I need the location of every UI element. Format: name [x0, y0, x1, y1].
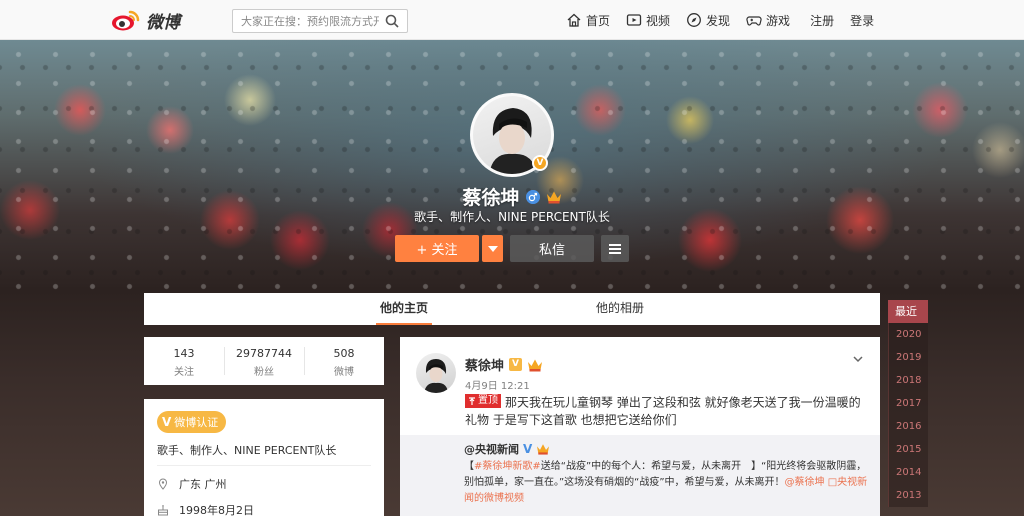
- nav-video-label: 视频: [646, 13, 671, 28]
- stat-following-value: 143: [173, 347, 195, 360]
- nav-discover-label: 发现: [706, 13, 731, 28]
- year-item[interactable]: 2016: [888, 415, 928, 438]
- logo-text: 微博: [146, 12, 180, 33]
- message-button[interactable]: 私信: [510, 235, 594, 262]
- follow-dropdown-button[interactable]: [482, 235, 503, 262]
- stat-followers-label: 粉丝: [254, 367, 274, 378]
- register-link[interactable]: 注册: [810, 12, 834, 29]
- game-icon: [746, 16, 762, 26]
- repost-topic-link[interactable]: #蔡徐坤新歌#: [474, 461, 541, 472]
- repost-block[interactable]: @央视新闻 V 【#蔡徐坤新歌#送给“战疫”中的每个人：希望与爱，从未离开 】“…: [400, 435, 880, 516]
- stats-card: 143 关注 29787744 粉丝 508 微博: [144, 337, 384, 385]
- repost-verified-icon: V: [523, 442, 533, 456]
- info-location: 广东 广州: [179, 478, 227, 491]
- search-box[interactable]: [232, 9, 408, 33]
- follow-button[interactable]: + 关注: [395, 235, 479, 262]
- year-item[interactable]: 2017: [888, 392, 928, 415]
- tab-album[interactable]: 他的相册: [592, 293, 648, 325]
- search-icon[interactable]: [385, 14, 399, 28]
- year-item[interactable]: 2013: [888, 484, 928, 507]
- search-input[interactable]: [233, 10, 379, 32]
- message-label: 私信: [538, 243, 565, 258]
- weibo-eye-icon: [112, 10, 140, 31]
- year-item-recent[interactable]: 最近: [888, 300, 928, 323]
- repost-mention-link[interactable]: @蔡徐坤: [785, 477, 825, 488]
- stat-posts[interactable]: 508 微博: [304, 337, 384, 385]
- nav-home-label: 首页: [586, 13, 611, 28]
- year-item[interactable]: 2015: [888, 438, 928, 461]
- post-avatar-portrait: [424, 359, 448, 393]
- post-text: 置顶 那天我在玩儿童钢琴 弹出了这段和弦 就好像老天送了我一份温暖的礼物 于是写…: [465, 394, 867, 429]
- year-item[interactable]: 2018: [888, 369, 928, 392]
- nav-game[interactable]: 游戏: [746, 12, 790, 29]
- info-birthday: 1998年8月2日: [179, 504, 254, 516]
- post-crown-icon: [528, 359, 543, 371]
- stat-followers[interactable]: 29787744 粉丝: [224, 337, 304, 385]
- tab-homepage[interactable]: 他的主页: [376, 293, 432, 325]
- feed-post: 蔡徐坤 V 4月9日 12:21 置顶 那天我在玩儿童钢琴 弹出了这段和弦 就好…: [400, 337, 880, 516]
- year-item[interactable]: 2020: [888, 323, 928, 346]
- nav-discover[interactable]: 发现: [686, 12, 730, 29]
- follow-label: + 关注: [416, 243, 458, 258]
- menu-icon-line: [609, 244, 621, 246]
- main-nav: 首页 视频 发现 游戏 注册 登录: [566, 0, 890, 40]
- repost-text-prefix: 【: [464, 461, 474, 472]
- year-item[interactable]: 2019: [888, 346, 928, 369]
- nav-game-label: 游戏: [766, 13, 791, 28]
- pinned-label: 置顶: [478, 395, 498, 406]
- post-author-name[interactable]: 蔡徐坤: [465, 355, 504, 374]
- discover-icon: [687, 13, 701, 27]
- info-location-row: 广东 广州: [157, 476, 227, 492]
- stat-posts-value: 508: [333, 347, 355, 360]
- repost-author[interactable]: @央视新闻: [464, 441, 519, 457]
- post-author-row: 蔡徐坤 V: [465, 355, 543, 374]
- repost-author-row: @央视新闻 V: [464, 441, 550, 457]
- menu-icon-line: [609, 252, 621, 254]
- weibo-logo[interactable]: 微博: [110, 8, 180, 33]
- male-gender-icon: [525, 189, 540, 204]
- login-link[interactable]: 登录: [850, 12, 874, 29]
- nav-video[interactable]: 视频: [626, 12, 670, 29]
- weibo-verification-badge[interactable]: V 微博认证: [157, 411, 227, 433]
- profile-tab-bar: 他的主页 他的相册: [144, 293, 880, 325]
- stat-posts-label: 微博: [334, 367, 354, 378]
- post-verified-icon: V: [509, 358, 523, 371]
- info-description: 歌手、制作人、NINE PERCENT队长: [157, 444, 337, 457]
- chevron-down-icon[interactable]: [852, 353, 864, 365]
- profile-name: 蔡徐坤: [462, 187, 520, 209]
- info-birthday-row: 1998年8月2日: [157, 502, 254, 516]
- verified-badge-icon: V: [532, 155, 548, 171]
- repost-crown-icon: [537, 444, 550, 455]
- post-author-avatar[interactable]: [416, 353, 456, 393]
- verification-label: 微博认证: [174, 416, 219, 429]
- profile-info-card: V 微博认证 歌手、制作人、NINE PERCENT队长 广东 广州 1998年…: [144, 399, 384, 516]
- year-timeline: 最近 2020 2019 2018 2017 2016 2015 2014 20…: [888, 300, 928, 507]
- repost-text: 【#蔡徐坤新歌#送给“战疫”中的每个人：希望与爱，从未离开 】“阳光终将会驱散阴…: [464, 459, 868, 507]
- pin-icon: [469, 396, 475, 405]
- profile-name-row: 蔡徐坤: [0, 183, 1024, 210]
- post-body: 那天我在玩儿童钢琴 弹出了这段和弦 就好像老天送了我一份温暖的礼物 于是写下这首…: [465, 395, 861, 427]
- stat-followers-value: 29787744: [236, 347, 292, 360]
- location-pin-icon: [158, 478, 168, 490]
- birthday-cake-icon: [158, 505, 168, 516]
- post-timestamp[interactable]: 4月9日 12:21: [465, 377, 530, 392]
- more-menu-button[interactable]: [601, 235, 629, 262]
- crown-level-icon: [546, 191, 561, 203]
- verification-v-icon: V: [162, 415, 172, 429]
- top-navbar: 微博 首页 视频 发现 游戏 注册 登录: [0, 0, 1024, 40]
- divider: [157, 465, 371, 466]
- stat-following-label: 关注: [174, 367, 194, 378]
- year-item[interactable]: 2014: [888, 461, 928, 484]
- home-icon: [567, 13, 581, 27]
- video-icon: [626, 14, 642, 26]
- pinned-badge: 置顶: [465, 394, 501, 408]
- menu-icon-line: [609, 248, 621, 250]
- nav-home[interactable]: 首页: [566, 12, 610, 29]
- profile-description: 歌手、制作人、NINE PERCENT队长: [414, 210, 610, 224]
- stat-following[interactable]: 143 关注: [144, 337, 224, 385]
